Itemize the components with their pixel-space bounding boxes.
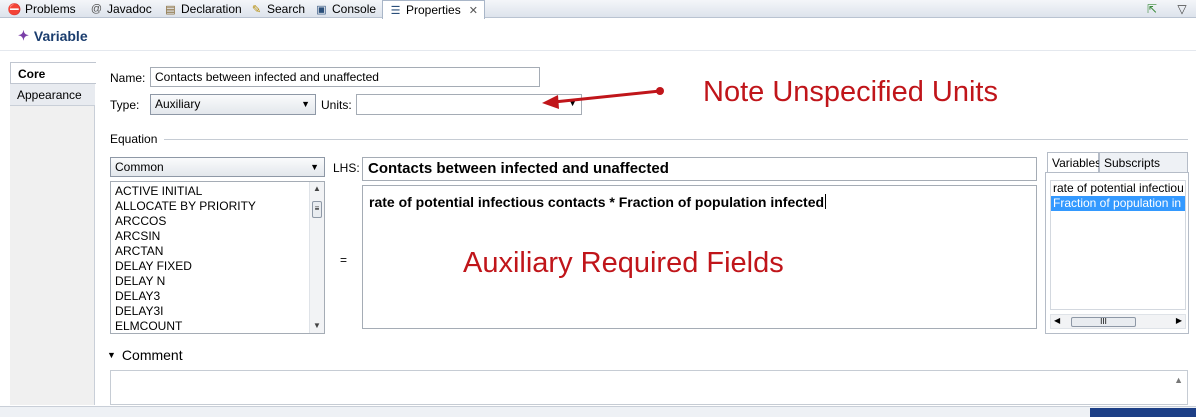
equation-text: rate of potential infectious contacts * … [369,194,827,210]
list-item[interactable]: DELAY FIXED [111,259,324,274]
annotation-arrow-icon [542,87,664,109]
tab-javadoc[interactable]: @ Javadoc [84,0,158,18]
list-item-selected[interactable]: Fraction of population in [1051,196,1185,211]
name-field[interactable]: Contacts between infected and unaffected [150,67,540,87]
variables-list[interactable]: rate of potential infectiou Fraction of … [1050,180,1186,310]
chevron-down-icon: ▼ [107,350,116,360]
comment-label: Comment [121,347,183,363]
tab-label: Console [332,2,377,16]
list-item[interactable]: ALLOCATE BY PRIORITY [111,199,324,214]
annotation-units-note: Note Unspecified Units [703,76,998,108]
console-icon: ▣ [316,3,327,16]
tab-label: Javadoc [107,2,152,16]
variables-box: rate of potential infectiou Fraction of … [1045,172,1189,334]
dropdown-arrow-icon: ▼ [310,162,319,172]
list-item[interactable]: ARCCOS [111,214,324,229]
page-title: ✦ Variable [18,28,88,44]
list-item[interactable]: ACTIVE INITIAL [111,184,324,199]
function-category-select[interactable]: Common ▼ [110,157,325,177]
tab-label: Problems [25,2,76,16]
dropdown-arrow-icon: ▼ [301,99,310,109]
chevron-down-icon[interactable]: ▽ [1174,1,1190,16]
side-tab-appearance[interactable]: Appearance [10,84,95,106]
tab-problems[interactable]: ⛔ Problems [2,0,82,18]
equation-label: Equation [110,132,158,146]
variables-hscrollbar[interactable]: ◀ III ▶ [1050,314,1186,329]
properties-header: ✦ Variable [0,19,1196,51]
scroll-down-icon[interactable]: ▼ [310,319,324,333]
list-item[interactable]: rate of potential infectiou [1051,181,1185,196]
scroll-thumb[interactable]: ≡ [312,201,322,218]
page-title-text: Variable [33,28,88,44]
type-select-value: Auxiliary [155,97,201,111]
units-label: Units: [321,98,352,112]
function-category-value: Common [115,160,164,174]
taskbar-strip [1090,408,1196,417]
equals-label: = [340,253,348,267]
lhs-label: LHS: [333,161,360,175]
tab-search[interactable]: ✎ Search [244,0,311,18]
properties-icon: ☰ [390,4,401,17]
list-item[interactable]: DELAY3 [111,289,324,304]
tab-declaration[interactable]: ▤ Declaration [158,0,248,18]
lhs-field[interactable]: Contacts between infected and unaffected [362,157,1037,181]
variable-icon: ✦ [18,28,29,43]
side-tab-core[interactable]: Core [10,62,96,84]
tab-subscripts[interactable]: Subscripts [1099,152,1188,173]
tab-properties[interactable]: ☰ Properties ✕ [382,0,485,19]
tab-variables[interactable]: Variables [1047,152,1101,173]
scroll-thumb[interactable]: III [1071,317,1136,327]
function-list-scrollbar[interactable]: ▲ ≡ ▼ [309,182,324,333]
scroll-right-icon[interactable]: ▶ [1176,316,1182,325]
status-strip [0,406,1196,417]
scroll-up-icon[interactable]: ▲ [1174,375,1183,385]
scroll-left-icon[interactable]: ◀ [1054,316,1060,325]
annotation-fields-note: Auxiliary Required Fields [463,247,784,279]
comment-field[interactable]: ▲ [110,370,1188,405]
scroll-up-icon[interactable]: ▲ [310,182,324,196]
name-label: Name: [110,71,146,85]
view-toolbar: ⇱ ▽ [1144,1,1190,16]
problems-icon: ⛔ [7,3,22,16]
declaration-icon: ▤ [165,3,176,16]
search-icon: ✎ [251,3,262,16]
equation-separator [164,139,1188,140]
tab-label: Declaration [181,2,242,16]
tab-console[interactable]: ▣ Console [309,0,382,18]
list-item[interactable]: DELAY N [111,274,324,289]
variables-panel: Variables Subscripts rate of potential i… [1045,152,1189,334]
list-item[interactable]: ARCTAN [111,244,324,259]
list-item[interactable]: DELAY3I [111,304,324,319]
function-list[interactable]: ACTIVE INITIAL ALLOCATE BY PRIORITY ARCC… [110,181,325,334]
list-item[interactable]: ELMCOUNT [111,319,324,333]
side-tab-panel: Core Appearance [10,62,96,405]
close-icon[interactable]: ✕ [469,4,478,17]
tab-label: Properties [406,3,461,17]
text-caret [825,194,827,209]
equation-text-value: rate of potential infectious contacts * … [369,194,825,210]
view-tab-bar: ⛔ Problems @ Javadoc ▤ Declaration ✎ Sea… [0,0,1196,19]
tab-label: Search [267,2,306,16]
type-select[interactable]: Auxiliary ▼ [150,94,316,115]
list-item[interactable]: ARCSIN [111,229,324,244]
javadoc-icon: @ [90,3,103,15]
pin-icon[interactable]: ⇱ [1144,1,1160,16]
type-label: Type: [110,98,140,112]
comment-section-toggle[interactable]: ▼ Comment [107,347,183,363]
